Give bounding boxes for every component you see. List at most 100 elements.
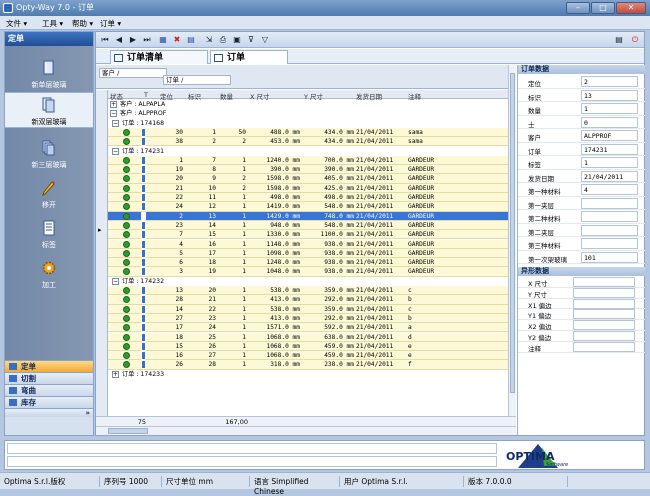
shape-field-value[interactable]: [573, 320, 635, 331]
order-field-value[interactable]: [581, 197, 638, 209]
order-field-value[interactable]: ALPPROF: [581, 130, 638, 141]
col-type[interactable]: T: [144, 91, 148, 99]
order-field-value[interactable]: 1: [581, 103, 638, 114]
menu-help[interactable]: 帮助 ▾: [72, 18, 93, 29]
expand-toggle-icon[interactable]: −: [110, 110, 117, 118]
module-orders-button[interactable]: 定单: [5, 360, 93, 372]
expand-toggle-icon[interactable]: +: [112, 370, 119, 378]
close-button[interactable]: ✕: [616, 2, 646, 14]
grid-view-icon[interactable]: ▦: [158, 35, 168, 45]
order-field-value[interactable]: 4: [581, 184, 638, 195]
table-row[interactable]: 30 1 50 488.0 mm 434.0 mm 21/04/2011 sama: [108, 127, 508, 138]
table-row[interactable]: 17 24 1 1571.0 mm 592.0 mm 21/04/2011 a: [108, 323, 508, 333]
hscroll-thumb[interactable]: [108, 428, 148, 434]
scroll-thumb[interactable]: [510, 73, 515, 393]
expand-toggle-icon[interactable]: −: [112, 277, 119, 285]
delete-icon[interactable]: ✖: [172, 35, 182, 45]
shape-field-value[interactable]: [573, 331, 635, 341]
table-row[interactable]: 27 23 1 413.0 mm 292.0 mm 21/04/2011 b: [108, 313, 508, 324]
order-field-value[interactable]: 13: [581, 89, 638, 101]
table-row[interactable]: 22 11 1 498.0 mm 498.0 mm 21/04/2011 GARDEUR: [108, 193, 508, 203]
table-row[interactable]: 2 13 1 1429.0 mm 748.0 mm 21/04/2011 GARDEUR: [108, 211, 508, 221]
customer-group-row[interactable]: + 客户 : ALPAPLA: [108, 100, 508, 110]
new-double-glass-button[interactable]: 新双层玻璃: [5, 92, 93, 128]
table-row[interactable]: 5 17 1 1098.0 mm 938.0 mm 21/04/2011 GARDEUR: [108, 248, 508, 259]
table-row[interactable]: 28 21 1 413.0 mm 292.0 mm 21/04/2011 b: [108, 295, 508, 305]
menu-file[interactable]: 文件 ▾: [6, 18, 27, 29]
table-row[interactable]: 18 25 1 1068.0 mm 638.0 mm 21/04/2011 d: [108, 332, 508, 342]
new-single-glass-button[interactable]: 新单层玻璃: [5, 56, 93, 92]
module-cutting-button[interactable]: 切割: [5, 372, 93, 384]
table-row[interactable]: 1 7 1 1240.0 mm 700.0 mm 21/04/2011 GARDEUR: [108, 155, 508, 166]
table-row[interactable]: 15 26 1 1068.0 mm 459.0 mm 21/04/2011 e: [108, 341, 508, 352]
expand-toggle-icon[interactable]: +: [110, 101, 117, 108]
power-icon[interactable]: ⏻: [630, 35, 640, 45]
module-bending-button[interactable]: 弯曲: [5, 384, 93, 396]
order-group-row[interactable]: − 订单 : 174232: [108, 276, 508, 286]
order-field-value[interactable]: 21/04/2011: [581, 170, 638, 182]
menu-order[interactable]: 订单 ▾: [100, 18, 121, 29]
table-row[interactable]: 26 28 1 318.0 mm 238.0 mm 21/04/2011 f: [108, 360, 508, 370]
table-row[interactable]: 38 2 2 453.0 mm 434.0 mm 21/04/2011 sama: [108, 137, 508, 147]
order-filter[interactable]: 订单 /: [163, 75, 231, 85]
filter-icon[interactable]: ▽: [260, 35, 270, 45]
order-field-value[interactable]: 174231: [581, 143, 638, 155]
module-stock-button[interactable]: 库存: [5, 396, 93, 408]
table-row[interactable]: 14 22 1 538.0 mm 359.0 mm 21/04/2011 c: [108, 304, 508, 314]
clipboard-icon[interactable]: ▤: [614, 35, 624, 45]
order-field-value[interactable]: [581, 224, 638, 236]
expand-modules-button[interactable]: »: [5, 408, 93, 417]
order-group-row[interactable]: − 订单 : 174168: [108, 118, 508, 128]
menu-tools[interactable]: 工具 ▾: [42, 18, 63, 29]
table-row[interactable]: 13 20 1 538.0 mm 359.0 mm 21/04/2011 c: [108, 286, 508, 296]
process-button[interactable]: 加工: [5, 256, 93, 292]
cell-y-size: 359.0 mm: [324, 305, 354, 313]
customer-group-row[interactable]: − 客户 : ALPPROF: [108, 109, 508, 119]
order-group-row[interactable]: + 订单 : 174233: [108, 369, 508, 379]
layout-icon[interactable]: ▤: [186, 35, 196, 45]
import-icon[interactable]: ⇲: [204, 35, 214, 45]
order-field-value[interactable]: 101: [581, 251, 638, 263]
table-row[interactable]: 7 15 1 1330.0 mm 1100.0 mm 21/04/2011 GARDEUR: [108, 230, 508, 240]
table-row[interactable]: 20 9 2 1598.0 mm 405.0 mm 21/04/2011 GARDEUR: [108, 174, 508, 184]
sort-filter-icon[interactable]: ⊽: [246, 35, 256, 45]
order-group-row[interactable]: − 订单 : 174231: [108, 146, 508, 156]
cell-qty: 1: [242, 194, 246, 201]
minimize-button[interactable]: –: [566, 2, 590, 14]
table-row[interactable]: 21 10 2 1598.0 mm 425.0 mm 21/04/2011 GARDEUR: [108, 183, 508, 193]
label-button[interactable]: 标签: [5, 216, 93, 252]
shape-field-value[interactable]: [573, 277, 635, 287]
grid-vertical-scrollbar[interactable]: [508, 65, 516, 416]
shape-field-value[interactable]: [573, 341, 635, 352]
customer-filter[interactable]: 客户 /: [99, 68, 167, 78]
table-row[interactable]: 3 19 1 1048.0 mm 938.0 mm 21/04/2011 GARDEUR: [108, 267, 508, 277]
expand-toggle-icon[interactable]: −: [112, 147, 119, 155]
prev-record-icon[interactable]: ◀: [114, 35, 124, 45]
table-row[interactable]: 6 18 1 1248.0 mm 938.0 mm 21/04/2011 GARDEUR: [108, 258, 508, 268]
export-icon[interactable]: ▣: [232, 35, 242, 45]
shape-field-value[interactable]: [573, 309, 635, 320]
new-triple-glass-button[interactable]: 新三层玻璃: [5, 136, 93, 172]
order-field-value[interactable]: 2: [581, 76, 638, 87]
last-record-icon[interactable]: ⏭: [142, 35, 152, 45]
expand-toggle-icon[interactable]: −: [112, 119, 119, 127]
maximize-button[interactable]: □: [591, 2, 615, 14]
table-row[interactable]: 4 16 1 1148.0 mm 938.0 mm 21/04/2011 GARDEUR: [108, 239, 508, 249]
next-record-icon[interactable]: ▶: [128, 35, 138, 45]
table-row[interactable]: 23 14 1 948.0 mm 548.0 mm 21/04/2011 GARDEUR: [108, 220, 508, 231]
print-icon[interactable]: ⎙: [218, 35, 228, 45]
tab-order-list[interactable]: 订单清单: [110, 50, 208, 64]
shape-field-value[interactable]: [573, 298, 635, 309]
order-field-value[interactable]: 1: [581, 157, 638, 168]
order-field-value[interactable]: 0: [581, 116, 638, 128]
grid-horizontal-scrollbar[interactable]: [96, 426, 516, 435]
shape-field-value[interactable]: [573, 287, 635, 298]
tab-order[interactable]: 订单: [210, 50, 288, 64]
move-button[interactable]: 移开: [5, 176, 93, 212]
order-field-value[interactable]: [581, 211, 638, 222]
first-record-icon[interactable]: ⏮: [100, 35, 110, 45]
table-row[interactable]: 24 12 1 1419.0 mm 548.0 mm 21/04/2011 GARDEUR: [108, 202, 508, 212]
order-field-value[interactable]: [581, 238, 638, 249]
table-row[interactable]: 19 8 1 390.0 mm 390.0 mm 21/04/2011 GARDEUR: [108, 165, 508, 175]
table-row[interactable]: 16 27 1 1068.0 mm 459.0 mm 21/04/2011 e: [108, 351, 508, 361]
